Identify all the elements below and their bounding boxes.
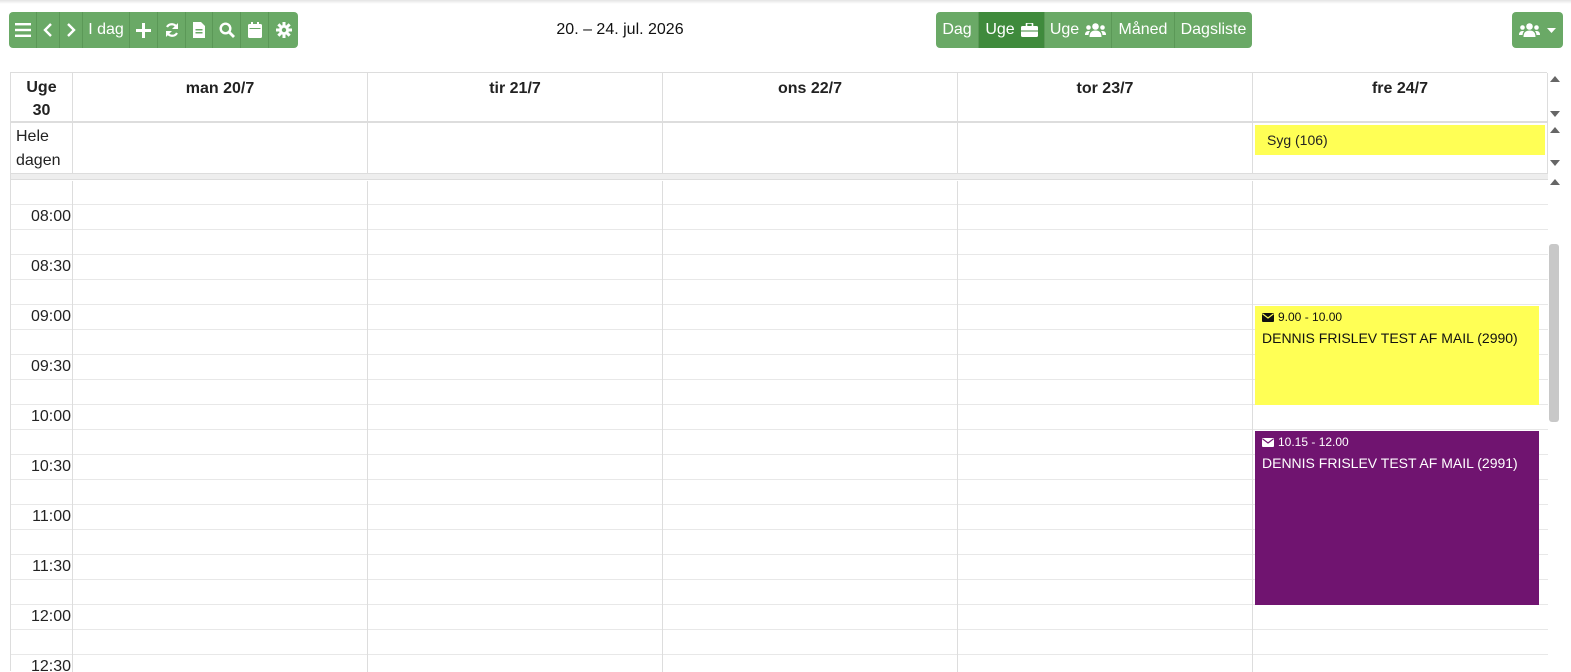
grid-scrollbar-thumb[interactable] [1549, 244, 1559, 422]
view-week-label: Uge [985, 21, 1015, 38]
week-number: Uge 30 [11, 73, 73, 123]
time-label: 11:00 [32, 508, 71, 525]
time-slot[interactable] [11, 654, 1548, 672]
envelope-icon [1262, 312, 1274, 322]
all-day-row: Hele dagen Syg (106) [11, 123, 1548, 174]
calendar-icon [247, 22, 262, 38]
briefcase-icon [1020, 23, 1038, 37]
menu-button[interactable] [9, 12, 37, 48]
search-icon [218, 22, 235, 38]
event-time: 9.00 - 10.00 [1278, 310, 1343, 324]
settings-button[interactable] [269, 12, 298, 48]
view-day-button[interactable]: Dag [936, 12, 979, 48]
event-title: DENNIS FRISLEV TEST AF MAIL (2990) [1262, 330, 1518, 346]
chevron-right-icon [67, 23, 76, 37]
user-group-toolbar [1512, 12, 1563, 48]
all-day-cell-mon[interactable] [73, 123, 368, 173]
day-header-fri[interactable]: fre 24/7 [1253, 73, 1548, 123]
time-label: 12:00 [30, 608, 71, 625]
date-range-title: 20. – 24. jul. 2026 [556, 21, 684, 38]
all-day-label-line1: Hele [16, 128, 49, 145]
column-divider [1252, 181, 1253, 672]
day-header-wed[interactable]: ons 22/7 [663, 73, 958, 123]
calendar-event[interactable]: 9.00 - 10.00 DENNIS FRISLEV TEST AF MAIL… [1255, 306, 1539, 405]
column-divider [72, 181, 73, 672]
time-label: 08:00 [30, 208, 71, 225]
event-time-row: 10.15 - 12.00 [1262, 435, 1532, 449]
all-day-cell-wed[interactable] [663, 123, 958, 173]
calendar-button[interactable] [241, 12, 269, 48]
all-day-label-line2: dagen [16, 152, 61, 169]
time-slot[interactable] [11, 279, 1548, 304]
all-day-cell-thu[interactable] [958, 123, 1253, 173]
column-divider [662, 181, 663, 672]
time-slot[interactable] [11, 254, 1548, 279]
caret-down-icon [1547, 27, 1556, 33]
search-button[interactable] [213, 12, 241, 48]
bars-icon [14, 23, 31, 37]
day-header-thu[interactable]: tor 23/7 [958, 73, 1253, 123]
time-label: 08:30 [30, 258, 71, 275]
header-scroll-up[interactable] [1550, 76, 1560, 82]
all-day-cell-tue[interactable] [368, 123, 663, 173]
week-calendar: Uge 30 man 20/7 tir 21/7 ons 22/7 tor 23… [10, 72, 1548, 672]
previous-button[interactable] [37, 12, 60, 48]
time-slot[interactable] [11, 181, 1548, 204]
view-month-button[interactable]: Måned [1112, 12, 1175, 48]
view-switcher: Dag Uge Uge Måned Dagsliste [936, 12, 1252, 48]
all-day-divider [11, 174, 1548, 180]
all-day-event[interactable]: Syg (106) [1255, 125, 1545, 155]
calendar-event[interactable]: 10.15 - 12.00 DENNIS FRISLEV TEST AF MAI… [1255, 431, 1539, 605]
next-button[interactable] [60, 12, 83, 48]
column-divider [957, 181, 958, 672]
view-daylist-button[interactable]: Dagsliste [1175, 12, 1252, 48]
top-shadow [0, 0, 1571, 4]
event-title: DENNIS FRISLEV TEST AF MAIL (2991) [1262, 455, 1518, 471]
chevron-left-icon [43, 23, 52, 37]
header-scroll-down[interactable] [1550, 111, 1560, 117]
time-label: 12:30 [30, 658, 71, 672]
envelope-icon [1262, 437, 1274, 447]
refresh-button[interactable] [158, 12, 186, 48]
view-week-group-label: Uge [1049, 21, 1080, 38]
document-button[interactable] [186, 12, 213, 48]
allday-scroll-down[interactable] [1550, 160, 1560, 166]
time-slot[interactable] [11, 204, 1548, 229]
day-header-mon[interactable]: man 20/7 [73, 73, 368, 123]
today-button[interactable]: I dag [83, 12, 130, 48]
view-week-button[interactable]: Uge [979, 12, 1045, 48]
time-slot[interactable] [11, 629, 1548, 654]
add-button[interactable] [130, 12, 158, 48]
user-group-dropdown[interactable] [1512, 12, 1563, 48]
time-grid: 9.00 - 10.00 DENNIS FRISLEV TEST AF MAIL… [11, 181, 1548, 672]
plus-icon [136, 22, 151, 38]
time-slot[interactable] [11, 604, 1548, 629]
time-label: 09:30 [30, 358, 71, 375]
all-day-label: Hele dagen [11, 123, 73, 174]
time-slot[interactable] [11, 229, 1548, 254]
time-label: 10:00 [30, 408, 71, 425]
week-label-text: Uge [26, 79, 57, 96]
main-toolbar: I dag [9, 12, 298, 48]
time-label: 11:30 [32, 558, 71, 575]
day-header-tue[interactable]: tir 21/7 [368, 73, 663, 123]
refresh-icon [165, 23, 178, 37]
time-label: 10:30 [30, 458, 71, 475]
users-icon [1519, 23, 1540, 37]
week-number-text: 30 [32, 102, 51, 119]
column-divider [367, 181, 368, 672]
grid-scroll-up[interactable] [1550, 179, 1560, 185]
gear-icon [275, 22, 292, 38]
view-week-group-button[interactable]: Uge [1045, 12, 1112, 48]
event-time-row: 9.00 - 10.00 [1262, 310, 1532, 324]
file-icon [193, 22, 205, 38]
allday-scroll-up[interactable] [1550, 127, 1560, 133]
event-time: 10.15 - 12.00 [1278, 435, 1349, 449]
day-header-row: Uge 30 man 20/7 tir 21/7 ons 22/7 tor 23… [11, 73, 1548, 123]
users-icon [1085, 23, 1107, 37]
time-label: 09:00 [30, 308, 71, 325]
time-slot[interactable] [11, 404, 1548, 429]
